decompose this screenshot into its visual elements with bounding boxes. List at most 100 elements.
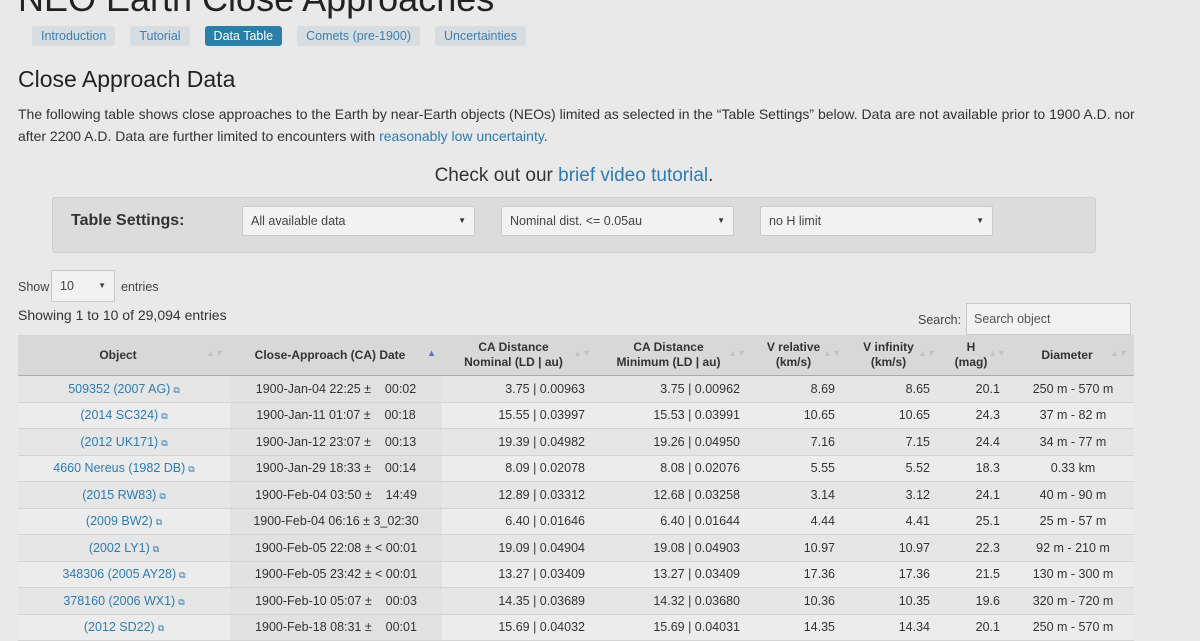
v-relative-cell: 3.14 xyxy=(752,481,847,509)
object-link[interactable]: 348306 (2005 AY28) xyxy=(62,567,176,581)
v-infinity-cell: 10.65 xyxy=(847,402,942,429)
sort-icon: ▲▼ xyxy=(918,348,936,358)
object-link[interactable]: 4660 Nereus (1982 DB) xyxy=(53,461,185,475)
v-infinity-cell: 7.15 xyxy=(847,428,942,456)
object-link[interactable]: (2015 RW83) xyxy=(82,488,156,502)
minimum-distance-cell: 8.08 | 0.02076 xyxy=(597,455,752,482)
diameter-cell: 40 m - 90 m xyxy=(1012,481,1134,509)
external-link-icon[interactable]: ⧉ xyxy=(161,411,167,421)
table-body: 509352 (2007 AG) ⧉ 1900-Jan-04 22:25 ± 00:… xyxy=(18,375,1134,641)
column-header-diameter[interactable]: Diameter ▲▼ xyxy=(1012,335,1134,376)
h-mag-cell: 20.1 xyxy=(942,375,1012,403)
column-header-v-relative[interactable]: V relative (km/s) ▲▼ xyxy=(752,335,847,376)
diameter-cell: 130 m - 300 m xyxy=(1012,561,1134,588)
h-limit-select[interactable]: no H limit ▼ xyxy=(760,206,993,236)
table-row: (2002 LY1) ⧉ 1900-Feb-05 22:08 ± < 00:01 19… xyxy=(18,534,1134,562)
sort-icon: ▲▼ xyxy=(988,348,1006,358)
sort-icon: ▲▼ xyxy=(823,348,841,358)
column-header-sublabel: Minimum (LD | au) xyxy=(616,355,721,369)
object-link[interactable]: 509352 (2007 AG) xyxy=(68,382,170,396)
minimum-distance-cell: 19.08 | 0.04903 xyxy=(597,534,752,562)
object-cell[interactable]: 378160 (2006 WX1) ⧉ xyxy=(18,587,230,615)
object-cell[interactable]: (2012 SD22) ⧉ xyxy=(18,614,230,641)
video-callout: Check out our brief video tutorial. xyxy=(0,165,1148,187)
date-cell: 1900-Jan-04 22:25 ± 00:02 xyxy=(230,375,442,403)
tab-comets[interactable]: Comets (pre-1900) xyxy=(297,26,420,46)
external-link-icon[interactable]: ⧉ xyxy=(156,517,162,527)
tab-introduction[interactable]: Introduction xyxy=(32,26,116,46)
external-link-icon[interactable]: ⧉ xyxy=(158,623,164,633)
object-link[interactable]: (2009 BW2) xyxy=(86,514,153,528)
external-link-icon[interactable]: ⧉ xyxy=(188,464,194,474)
column-header-nominal-distance[interactable]: CA Distance Nominal (LD | au) ▲▼ xyxy=(442,335,597,376)
minimum-distance-cell: 6.40 | 0.01644 xyxy=(597,508,752,535)
table-settings-label: Table Settings: xyxy=(71,212,185,229)
diameter-cell: 0.33 km xyxy=(1012,455,1134,482)
minimum-distance-cell: 15.53 | 0.03991 xyxy=(597,402,752,429)
object-cell[interactable]: 348306 (2005 AY28) ⧉ xyxy=(18,561,230,588)
nominal-distance-cell: 15.55 | 0.03997 xyxy=(442,402,597,429)
h-mag-cell: 18.3 xyxy=(942,455,1012,482)
chevron-down-icon: ▼ xyxy=(717,216,725,225)
column-header-label: V relative xyxy=(766,340,821,354)
column-header-h-mag[interactable]: H (mag) ▲▼ xyxy=(942,335,1012,376)
tab-tutorial[interactable]: Tutorial xyxy=(130,26,190,46)
distance-value: Nominal dist. <= 0.05au xyxy=(510,214,643,228)
search-input[interactable] xyxy=(966,303,1131,335)
external-link-icon[interactable]: ⧉ xyxy=(179,570,185,580)
external-link-icon[interactable]: ⧉ xyxy=(173,385,179,395)
video-suffix: . xyxy=(708,165,714,186)
tab-uncertainties[interactable]: Uncertainties xyxy=(435,26,526,46)
v-relative-cell: 10.65 xyxy=(752,402,847,429)
object-link[interactable]: (2014 SC324) xyxy=(80,408,158,422)
object-cell[interactable]: (2012 UK171) ⧉ xyxy=(18,428,230,456)
object-cell[interactable]: (2009 BW2) ⧉ xyxy=(18,508,230,535)
video-tutorial-link[interactable]: brief video tutorial xyxy=(558,165,708,186)
diameter-cell: 250 m - 570 m xyxy=(1012,375,1134,403)
minimum-distance-cell: 19.26 | 0.04950 xyxy=(597,428,752,456)
intro-paragraph: The following table shows close approach… xyxy=(18,103,1158,147)
column-header-ca-date[interactable]: Close-Approach (CA) Date ▲ xyxy=(230,335,442,376)
date-cell: 1900-Feb-18 08:31 ± 00:01 xyxy=(230,614,442,641)
h-mag-cell: 20.1 xyxy=(942,614,1012,641)
external-link-icon[interactable]: ⧉ xyxy=(178,597,184,607)
table-row: 509352 (2007 AG) ⧉ 1900-Jan-04 22:25 ± 00:… xyxy=(18,375,1134,403)
distance-select[interactable]: Nominal dist. <= 0.05au ▼ xyxy=(501,206,734,236)
nominal-distance-cell: 13.27 | 0.03409 xyxy=(442,561,597,588)
h-mag-cell: 24.4 xyxy=(942,428,1012,456)
entries-select[interactable]: 10 ▼ xyxy=(51,270,115,302)
object-link[interactable]: (2012 SD22) xyxy=(84,620,155,634)
chevron-down-icon: ▼ xyxy=(458,216,466,225)
column-header-sublabel: (km/s) xyxy=(775,355,812,369)
external-link-icon[interactable]: ⧉ xyxy=(159,491,165,501)
data-range-select[interactable]: All available data ▼ xyxy=(242,206,475,236)
object-cell[interactable]: 4660 Nereus (1982 DB) ⧉ xyxy=(18,455,230,482)
external-link-icon[interactable]: ⧉ xyxy=(161,438,167,448)
tab-data-table[interactable]: Data Table xyxy=(204,26,283,46)
sort-icon: ▲▼ xyxy=(573,348,591,358)
h-mag-cell: 22.3 xyxy=(942,534,1012,562)
diameter-cell: 37 m - 82 m xyxy=(1012,402,1134,429)
column-header-label: Close-Approach (CA) Date xyxy=(254,347,406,362)
intro-end: . xyxy=(543,128,548,144)
object-cell[interactable]: (2014 SC324) ⧉ xyxy=(18,402,230,429)
column-header-object[interactable]: Object ▲▼ xyxy=(18,335,230,376)
object-link[interactable]: (2012 UK171) xyxy=(80,435,158,449)
object-cell[interactable]: (2015 RW83) ⧉ xyxy=(18,481,230,509)
column-header-minimum-distance[interactable]: CA Distance Minimum (LD | au) ▲▼ xyxy=(597,335,752,376)
v-infinity-cell: 5.52 xyxy=(847,455,942,482)
v-infinity-cell: 4.41 xyxy=(847,508,942,535)
table-settings-panel: Table Settings: All available data ▼ Nom… xyxy=(52,197,1096,253)
external-link-icon[interactable]: ⧉ xyxy=(153,544,159,554)
column-header-label: V infinity xyxy=(863,340,914,354)
tab-bar: Introduction Tutorial Data Table Comets … xyxy=(32,26,541,46)
object-cell[interactable]: 509352 (2007 AG) ⧉ xyxy=(18,375,230,403)
object-link[interactable]: (2002 LY1) xyxy=(89,541,150,555)
uncertainty-link[interactable]: reasonably low uncertainty xyxy=(379,128,544,144)
video-prefix: Check out our xyxy=(434,165,559,186)
column-header-v-infinity[interactable]: V infinity (km/s) ▲▼ xyxy=(847,335,942,376)
h-mag-cell: 24.3 xyxy=(942,402,1012,429)
object-link[interactable]: 378160 (2006 WX1) xyxy=(63,594,175,608)
page-title: NEO Earth Close Approaches xyxy=(18,0,494,20)
object-cell[interactable]: (2002 LY1) ⧉ xyxy=(18,534,230,562)
